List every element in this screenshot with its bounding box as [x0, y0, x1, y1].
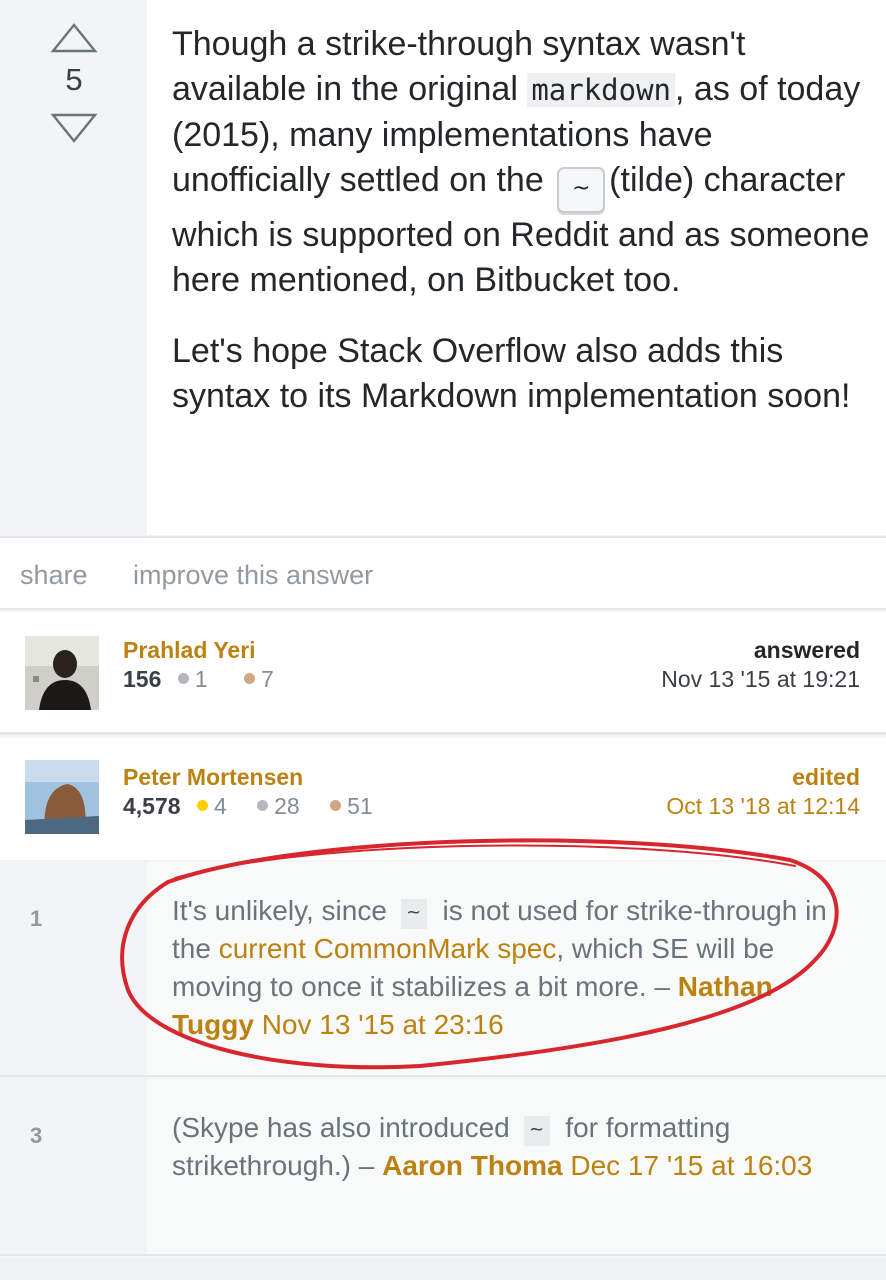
vote-column: 5 — [0, 0, 147, 535]
comment-score-column: 3 — [0, 1079, 147, 1254]
comment-text: (Skype has also introduced — [172, 1112, 518, 1143]
comment-body: It's unlikely, since ~ is not used for s… — [172, 892, 852, 1044]
post-menu: share improve this answer — [0, 536, 886, 610]
commonmark-spec-link[interactable]: current CommonMark spec — [219, 933, 557, 964]
answer-body: Though a strike-through syntax wasn't av… — [172, 22, 872, 445]
share-link[interactable]: share — [20, 560, 88, 591]
answer-paragraph: Though a strike-through syntax wasn't av… — [172, 22, 872, 303]
edited-label[interactable]: edited — [792, 764, 860, 791]
editor-name[interactable]: Peter Mortensen — [123, 764, 303, 791]
tilde-key: ~ — [523, 1116, 550, 1146]
silver-badge-count: 1 — [194, 666, 208, 692]
comment-text: It's unlikely, since — [172, 895, 395, 926]
gold-badge-count: 4 — [213, 793, 227, 819]
answerer-reputation: 156 1 7 — [123, 666, 274, 693]
bronze-badge-icon — [243, 673, 255, 684]
silver-badge-icon — [177, 673, 189, 684]
edited-time[interactable]: Oct 13 '18 at 12:14 — [666, 793, 860, 820]
comment-user-link[interactable]: Aaron Thoma — [382, 1150, 562, 1181]
reputation-score: 4,578 — [123, 793, 181, 819]
comment-score: 1 — [30, 906, 43, 931]
user-avatar[interactable] — [25, 636, 99, 710]
silver-badge-icon — [257, 800, 269, 811]
comment-score: 3 — [30, 1123, 43, 1148]
answer-paragraph: Let's hope Stack Overflow also adds this… — [172, 332, 851, 415]
tilde-key: ~ — [557, 167, 606, 213]
bronze-badge-count: 7 — [260, 666, 274, 692]
answerer-card: Prahlad Yeri 156 1 7 answered Nov 13 '15… — [0, 612, 886, 735]
page-bottom — [0, 1258, 886, 1280]
downvote-arrow-icon[interactable] — [50, 112, 98, 144]
upvote-arrow-icon[interactable] — [50, 22, 98, 54]
bronze-badge-count: 51 — [347, 793, 373, 819]
inline-code: markdown — [527, 73, 676, 107]
comment-score-column: 1 — [0, 862, 147, 1075]
gold-badge-icon — [196, 800, 208, 811]
comment: 3 (Skype has also introduced ~ for forma… — [0, 1079, 886, 1256]
comment: 1 It's unlikely, since ~ is not used for… — [0, 862, 886, 1077]
editor-card: Peter Mortensen 4,578 4 28 51 edited Oct… — [0, 738, 886, 860]
silver-badge-count: 28 — [274, 793, 300, 819]
answered-label: answered — [753, 637, 860, 663]
comment-date-link[interactable]: Nov 13 '15 at 23:16 — [262, 1009, 504, 1040]
user-avatar[interactable] — [25, 760, 99, 834]
improve-answer-link[interactable]: improve this answer — [133, 560, 373, 591]
bronze-badge-icon — [330, 800, 342, 811]
tilde-key: ~ — [400, 899, 427, 929]
vote-count: 5 — [65, 62, 83, 97]
editor-reputation: 4,578 4 28 51 — [123, 793, 373, 820]
answer-post: 5 Though a strike-through syntax wasn't … — [0, 0, 886, 535]
answered-time: Nov 13 '15 at 19:21 — [661, 666, 860, 692]
comment-body: (Skype has also introduced ~ for formatt… — [172, 1109, 852, 1185]
reputation-score: 156 — [123, 666, 162, 692]
answerer-name[interactable]: Prahlad Yeri — [123, 637, 256, 664]
comment-date-link[interactable]: Dec 17 '15 at 16:03 — [570, 1150, 812, 1181]
